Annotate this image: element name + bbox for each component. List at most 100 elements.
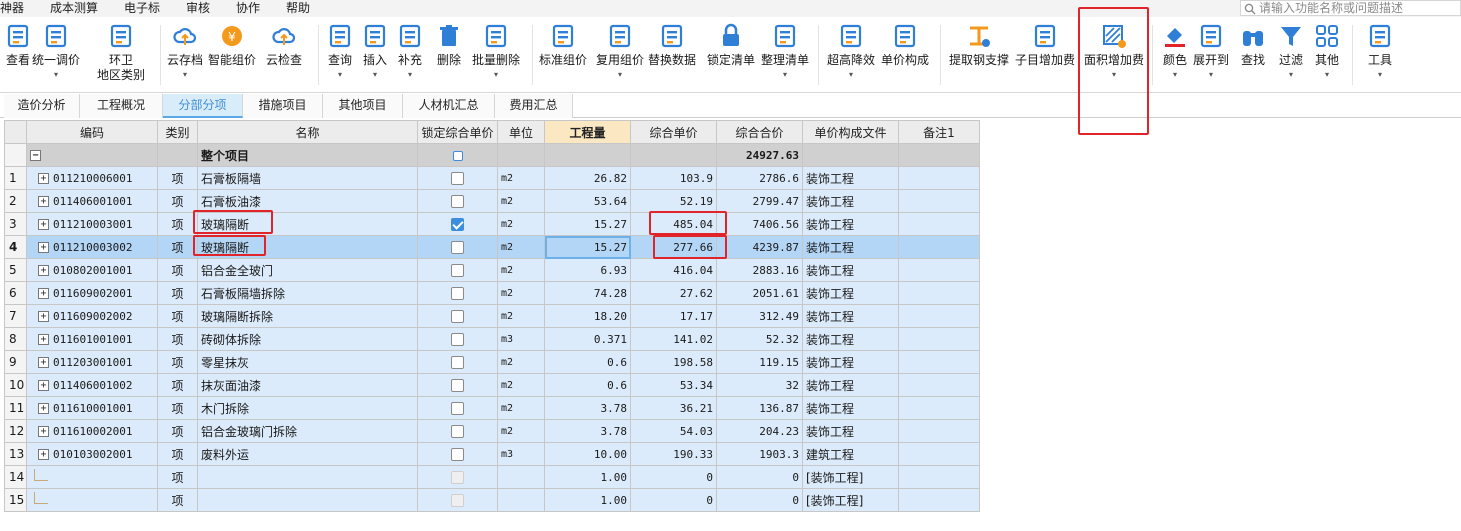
chevron-down-icon[interactable]: ▾ [52, 71, 60, 79]
name-cell[interactable]: 玻璃隔断 [197, 235, 418, 259]
name-cell[interactable]: 玻璃隔断拆除 [197, 304, 418, 328]
total-price-cell[interactable]: 2799.47 [716, 189, 803, 213]
quantity-cell[interactable]: 0.6 [544, 350, 631, 374]
unit-cell[interactable]: m2 [497, 373, 545, 397]
chevron-down-icon[interactable]: ▾ [181, 71, 189, 79]
expand-icon[interactable]: + [38, 219, 49, 230]
expand-icon[interactable]: + [38, 403, 49, 414]
type-cell[interactable]: 项 [157, 442, 198, 466]
checkbox[interactable] [451, 379, 464, 392]
remark-cell[interactable] [898, 488, 980, 512]
unit-cell[interactable]: m3 [497, 327, 545, 351]
name-cell[interactable]: 废料外运 [197, 442, 418, 466]
lock-price-cell[interactable] [417, 350, 498, 374]
checkbox[interactable] [451, 241, 464, 254]
quantity-cell[interactable]: 26.82 [544, 166, 631, 190]
menu-item-cost-estimate[interactable]: 成本测算 [50, 1, 98, 15]
unit-price-cell[interactable]: 190.33 [630, 442, 717, 466]
code-cell[interactable]: +010103002001 [26, 442, 158, 466]
remark-cell[interactable] [898, 465, 980, 489]
group-lock-cell[interactable] [417, 143, 498, 167]
table-row[interactable]: 1 +011210006001 项 石膏板隔墙 m2 26.82 103.9 2786.6 装饰… [4, 166, 980, 190]
expand-icon[interactable]: + [38, 288, 49, 299]
unit-price-cell[interactable]: 416.04 [630, 258, 717, 282]
type-cell[interactable]: 项 [157, 258, 198, 282]
name-cell[interactable]: 玻璃隔断 [197, 212, 418, 236]
code-cell[interactable]: +011210003001 [26, 212, 158, 236]
quantity-cell[interactable]: 6.93 [544, 258, 631, 282]
lock-price-cell[interactable] [417, 419, 498, 443]
chevron-down-icon[interactable]: ▾ [1376, 71, 1384, 79]
collapse-icon[interactable]: − [30, 150, 41, 161]
name-cell[interactable]: 木门拆除 [197, 396, 418, 420]
expand-icon[interactable]: + [38, 196, 49, 207]
unit-price-cell[interactable]: 198.58 [630, 350, 717, 374]
remark-cell[interactable] [898, 396, 980, 420]
price-file-cell[interactable]: 装饰工程 [802, 258, 899, 282]
checkbox[interactable] [451, 356, 464, 369]
remark-cell[interactable] [898, 281, 980, 305]
lock-price-cell[interactable] [417, 442, 498, 466]
lock-price-cell[interactable] [417, 396, 498, 420]
price-file-cell[interactable]: [装饰工程] [802, 488, 899, 512]
type-cell[interactable]: 项 [157, 235, 198, 259]
type-cell[interactable]: 项 [157, 327, 198, 351]
lock-price-cell[interactable] [417, 373, 498, 397]
tab-project-overview[interactable]: 工程概况 [80, 94, 163, 118]
name-cell[interactable] [197, 488, 418, 512]
code-cell[interactable]: +011609002002 [26, 304, 158, 328]
chevron-down-icon[interactable]: ▾ [616, 71, 624, 79]
table-row[interactable]: 3 +011210003001 项 玻璃隔断 m2 15.27 485.04 7406.56 装… [4, 212, 980, 236]
remark-cell[interactable] [898, 419, 980, 443]
unit-cell[interactable]: m2 [497, 258, 545, 282]
code-cell[interactable]: +010802001001 [26, 258, 158, 282]
column-header[interactable]: 类别 [157, 120, 198, 144]
chevron-down-icon[interactable]: ▾ [406, 71, 414, 79]
unit-cell[interactable]: m2 [497, 235, 545, 259]
chevron-down-icon[interactable]: ▾ [1287, 71, 1295, 79]
unit-cell[interactable]: m2 [497, 166, 545, 190]
table-row[interactable]: 9 +011203001001 项 零星抹灰 m2 0.6 198.58 119.15 装饰工程 [4, 350, 980, 374]
table-row[interactable]: 14 项 1.00 0 0 [装饰工程] [4, 465, 980, 489]
checkbox-checked[interactable] [451, 218, 464, 231]
code-cell[interactable]: +011203001001 [26, 350, 158, 374]
price-file-cell[interactable]: 装饰工程 [802, 396, 899, 420]
code-cell[interactable] [26, 465, 158, 489]
lock-price-cell[interactable] [417, 327, 498, 351]
unit-price-cell[interactable]: 17.17 [630, 304, 717, 328]
lock-price-cell[interactable] [417, 212, 498, 236]
name-cell[interactable]: 石膏板隔墙 [197, 166, 418, 190]
code-cell[interactable]: +011609002001 [26, 281, 158, 305]
checkbox[interactable] [451, 333, 464, 346]
quantity-cell[interactable]: 74.28 [544, 281, 631, 305]
chevron-down-icon[interactable]: ▾ [1207, 71, 1215, 79]
expand-icon[interactable]: + [38, 357, 49, 368]
expand-icon[interactable]: + [38, 265, 49, 276]
menu-item-help[interactable]: 帮助 [286, 1, 310, 15]
table-row[interactable]: 7 +011609002002 项 玻璃隔断拆除 m2 18.20 17.17 312.49 装… [4, 304, 980, 328]
expand-icon[interactable]: + [38, 242, 49, 253]
expand-icon[interactable]: + [38, 449, 49, 460]
expand-icon[interactable]: + [38, 380, 49, 391]
unit-cell[interactable] [497, 488, 545, 512]
unit-cell[interactable]: m2 [497, 419, 545, 443]
remark-cell[interactable] [898, 235, 980, 259]
expand-icon[interactable]: + [38, 426, 49, 437]
unit-cell[interactable]: m3 [497, 442, 545, 466]
unit-price-cell[interactable]: 485.04 [630, 212, 717, 236]
total-price-cell[interactable]: 119.15 [716, 350, 803, 374]
total-price-cell[interactable]: 52.32 [716, 327, 803, 351]
name-cell[interactable]: 抹灰面油漆 [197, 373, 418, 397]
quantity-cell[interactable]: 10.00 [544, 442, 631, 466]
total-price-cell[interactable]: 2051.61 [716, 281, 803, 305]
unit-cell[interactable]: m2 [497, 189, 545, 213]
price-file-cell[interactable]: 装饰工程 [802, 189, 899, 213]
type-cell[interactable]: 项 [157, 350, 198, 374]
expand-icon[interactable]: + [38, 334, 49, 345]
lock-price-cell[interactable] [417, 189, 498, 213]
lock-price-cell[interactable] [417, 488, 498, 512]
price-file-cell[interactable]: 装饰工程 [802, 212, 899, 236]
collapse-cell[interactable]: − [26, 143, 158, 167]
unit-price-cell[interactable]: 36.21 [630, 396, 717, 420]
column-header[interactable]: 单位 [497, 120, 545, 144]
